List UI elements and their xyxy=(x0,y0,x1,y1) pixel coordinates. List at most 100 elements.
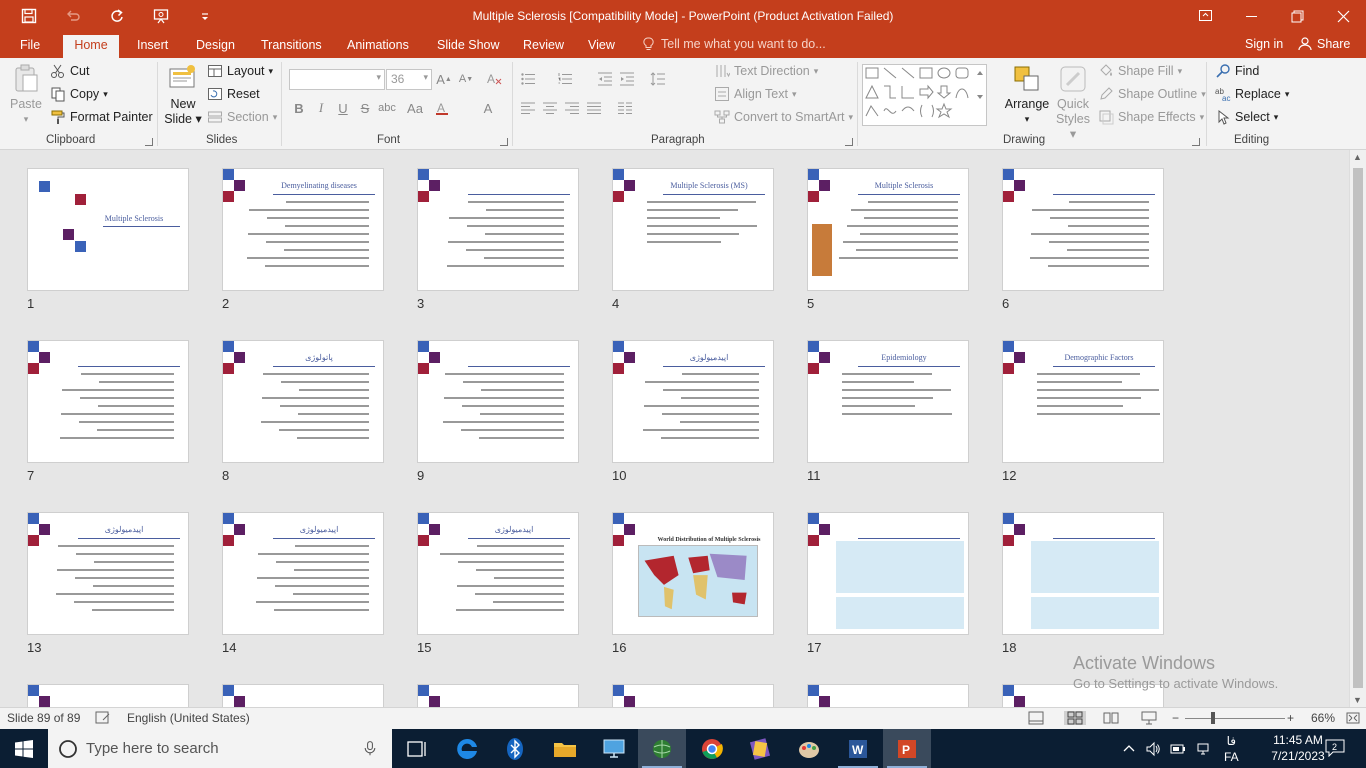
decrease-indent-button[interactable] xyxy=(595,69,615,89)
volume-button[interactable] xyxy=(1145,729,1161,768)
edge-taskbar-icon[interactable] xyxy=(443,729,491,768)
powerpoint-taskbar-icon[interactable]: P xyxy=(883,729,931,768)
restore-button[interactable] xyxy=(1274,0,1320,33)
slide-preview-partial[interactable] xyxy=(222,684,384,707)
fit-to-window-button[interactable] xyxy=(1345,711,1361,725)
slide-preview[interactable]: Multiple Sclerosis (MS) xyxy=(612,168,774,291)
zoom-level[interactable]: 66% xyxy=(1311,711,1335,725)
font-color-button[interactable]: A xyxy=(432,98,452,118)
show-hidden-icons-button[interactable] xyxy=(1121,729,1137,768)
increase-indent-button[interactable] xyxy=(617,69,637,89)
slide-preview[interactable]: اپیدمیولوژی xyxy=(27,512,189,635)
share-button[interactable]: Share xyxy=(1298,37,1350,51)
numbering-button[interactable] xyxy=(555,69,575,89)
slide-preview-partial[interactable] xyxy=(807,684,969,707)
start-button[interactable] xyxy=(0,729,48,768)
paste-button[interactable]: Paste ▾ xyxy=(8,63,44,127)
convert-to-smartart-button[interactable]: Convert to SmartArt ▾ xyxy=(714,109,853,125)
computer-taskbar-icon[interactable] xyxy=(590,729,638,768)
network-button[interactable] xyxy=(1196,729,1212,768)
reset-button[interactable]: Reset xyxy=(207,86,260,102)
font-dialog-launcher[interactable] xyxy=(500,138,508,146)
format-painter-button[interactable]: Format Painter xyxy=(50,109,153,125)
clipboard-dialog-launcher[interactable] xyxy=(145,138,153,146)
paint-taskbar-icon[interactable] xyxy=(785,729,833,768)
sign-in-link[interactable]: Sign in xyxy=(1245,37,1283,51)
tell-me-box[interactable]: Tell me what you want to do... xyxy=(642,37,826,51)
slide-preview[interactable] xyxy=(417,340,579,463)
winrar-taskbar-icon[interactable] xyxy=(736,729,784,768)
replace-button[interactable]: ab ac Replace ▾ xyxy=(1215,86,1289,102)
tab-animations[interactable]: Animations xyxy=(337,33,419,58)
slide-show-view-button[interactable] xyxy=(1141,711,1157,725)
word-taskbar-icon[interactable]: W xyxy=(834,729,882,768)
shapes-gallery[interactable] xyxy=(862,64,987,126)
taskbar-search-box[interactable]: Type here to search xyxy=(48,729,392,768)
find-button[interactable]: Find xyxy=(1215,63,1259,79)
align-left-button[interactable] xyxy=(518,98,538,118)
shape-effects-button[interactable]: Shape Effects ▾ xyxy=(1098,109,1204,125)
zoom-in-button[interactable]: + xyxy=(1287,711,1294,725)
slide-preview[interactable]: Epidemiology xyxy=(807,340,969,463)
italic-button[interactable]: I xyxy=(311,98,331,118)
slide-preview[interactable]: World Distribution of Multiple Sclerosis xyxy=(612,512,774,635)
decrease-font-size-button[interactable]: A ▼ xyxy=(456,69,476,89)
tab-file[interactable]: File xyxy=(10,33,50,58)
tab-view[interactable]: View xyxy=(578,33,625,58)
bullets-button[interactable] xyxy=(518,69,538,89)
slide-preview[interactable]: اپیدمیولوژی xyxy=(612,340,774,463)
slide-preview[interactable]: اپیدمیولوژی xyxy=(222,512,384,635)
task-view-button[interactable] xyxy=(393,729,441,768)
network-app-taskbar-icon[interactable] xyxy=(638,729,686,768)
cut-button[interactable]: Cut xyxy=(50,63,89,79)
bold-button[interactable]: B xyxy=(289,98,309,118)
slide-preview[interactable] xyxy=(1002,512,1164,635)
tab-slide-show[interactable]: Slide Show xyxy=(427,33,510,58)
section-button[interactable]: Section ▾ xyxy=(207,109,277,125)
microphone-icon[interactable] xyxy=(362,739,378,757)
slide-preview[interactable]: Demographic Factors xyxy=(1002,340,1164,463)
align-right-button[interactable] xyxy=(562,98,582,118)
normal-view-button[interactable] xyxy=(1028,711,1044,725)
reading-view-button[interactable] xyxy=(1103,711,1119,725)
align-center-button[interactable] xyxy=(540,98,560,118)
slide-sorter-view-button[interactable] xyxy=(1064,711,1086,725)
shape-outline-button[interactable]: Shape Outline ▾ xyxy=(1098,86,1206,102)
tab-home[interactable]: Home xyxy=(63,35,119,58)
strikethrough-button[interactable]: S xyxy=(355,98,375,118)
tab-review[interactable]: Review xyxy=(513,33,574,58)
tab-insert[interactable]: Insert xyxy=(127,33,178,58)
chrome-taskbar-icon[interactable] xyxy=(688,729,736,768)
quick-styles-button[interactable]: Quick Styles ▾ xyxy=(1052,63,1094,142)
line-spacing-button[interactable] xyxy=(648,69,668,89)
tab-transitions[interactable]: Transitions xyxy=(251,33,332,58)
slide-preview[interactable] xyxy=(417,168,579,291)
scroll-up-icon[interactable]: ▲ xyxy=(1353,152,1362,162)
clear-formatting-button[interactable]: A xyxy=(484,69,504,89)
slide-preview[interactable]: Demyelinating diseases xyxy=(222,168,384,291)
increase-font-size-button[interactable]: A ▲ xyxy=(434,69,454,89)
zoom-out-button[interactable]: − xyxy=(1172,711,1179,725)
new-slide-button[interactable]: New Slide ▾ xyxy=(163,63,203,127)
slide-preview[interactable] xyxy=(1002,168,1164,291)
slide-preview[interactable]: اپیدمیولوژی xyxy=(417,512,579,635)
font-name-combo[interactable]: ▾ xyxy=(289,69,385,90)
arrange-button[interactable]: Arrange ▾ xyxy=(1004,63,1050,127)
slide-preview-partial[interactable] xyxy=(417,684,579,707)
slide-preview[interactable]: Multiple Sclerosis xyxy=(27,168,189,291)
font-color-dropdown[interactable]: A xyxy=(478,98,498,118)
shape-fill-button[interactable]: Shape Fill ▾ xyxy=(1098,63,1182,79)
vertical-scrollbar[interactable]: ▲ ▼ xyxy=(1349,150,1366,707)
close-button[interactable] xyxy=(1320,0,1366,33)
slide-preview[interactable]: Multiple Sclerosis xyxy=(807,168,969,291)
scroll-down-icon[interactable]: ▼ xyxy=(1353,695,1362,705)
justify-button[interactable] xyxy=(584,98,604,118)
input-language-button[interactable]: فا FA xyxy=(1224,729,1239,768)
copy-button[interactable]: Copy ▾ xyxy=(50,86,108,102)
change-case-button[interactable]: Aa xyxy=(405,98,425,118)
taskbar-clock[interactable]: 11:45 AM 7/21/2023 xyxy=(1268,732,1328,764)
zoom-slider[interactable] xyxy=(1185,718,1285,719)
columns-button[interactable] xyxy=(615,98,635,118)
power-button[interactable] xyxy=(1170,729,1186,768)
drawing-dialog-launcher[interactable] xyxy=(1192,138,1200,146)
